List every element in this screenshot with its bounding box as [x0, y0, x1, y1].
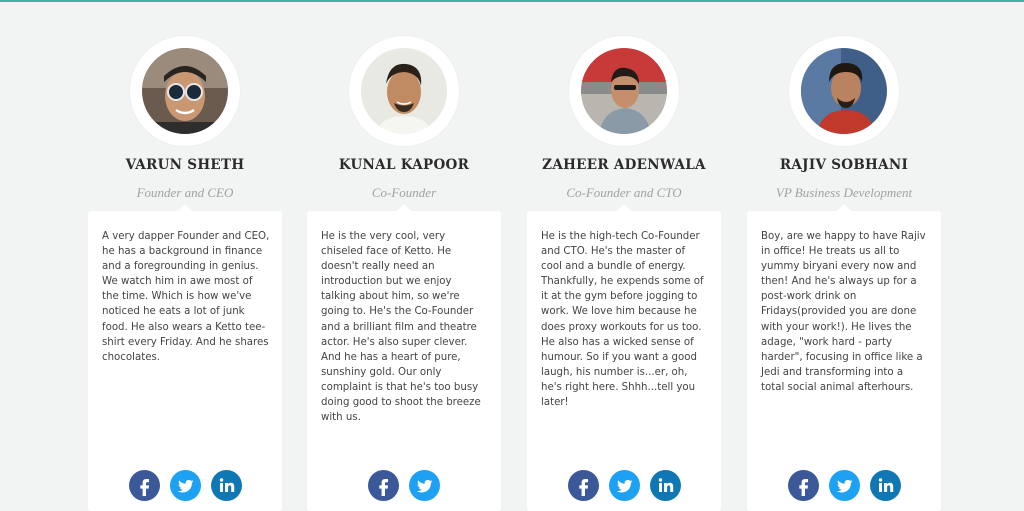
- member-bio: A very dapper Founder and CEO, he has a …: [102, 231, 270, 363]
- bio-card: A very dapper Founder and CEO, he has a …: [88, 204, 282, 511]
- avatar-frame: [789, 36, 899, 146]
- bio-card: He is the high-tech Co-Founder and CTO. …: [527, 204, 721, 511]
- twitter-icon[interactable]: [828, 470, 860, 501]
- member-bio: Boy, are we happy to have Rajiv in offic…: [761, 231, 926, 393]
- member-name: KUNAL KAPOOR: [338, 157, 470, 173]
- social-links: [88, 470, 282, 501]
- avatar-frame: [349, 36, 459, 146]
- twitter-icon[interactable]: [409, 470, 440, 501]
- member-name: RAJIV SOBHANI: [779, 157, 909, 173]
- avatar: [581, 48, 667, 134]
- member-role: Co-Founder and CTO: [566, 185, 682, 200]
- avatar: [361, 48, 447, 134]
- bio-card: He is the very cool, very chiseled face …: [307, 204, 501, 511]
- facebook-icon[interactable]: [128, 470, 160, 501]
- team-member-card: ZAHEER ADENWALA Co-Founder and CTO He is…: [527, 0, 721, 511]
- twitter-icon[interactable]: [169, 470, 201, 501]
- twitter-icon[interactable]: [608, 470, 640, 501]
- member-role: Founder and CEO: [136, 185, 234, 200]
- linkedin-icon[interactable]: [649, 470, 681, 501]
- team-member-card: KUNAL KAPOOR Co-Founder He is the very c…: [307, 0, 501, 511]
- facebook-icon[interactable]: [567, 470, 599, 501]
- member-name: ZAHEER ADENWALA: [542, 157, 706, 173]
- avatar-frame: [569, 36, 679, 146]
- social-links: [307, 470, 501, 501]
- avatar: [142, 48, 228, 134]
- team-member-card: RAJIV SOBHANI VP Business Development Bo…: [747, 0, 941, 511]
- member-bio: He is the very cool, very chiseled face …: [321, 231, 481, 424]
- linkedin-icon[interactable]: [869, 470, 901, 501]
- member-name: VARUN SHETH: [125, 157, 245, 173]
- facebook-icon[interactable]: [368, 470, 399, 501]
- bio-card: Boy, are we happy to have Rajiv in offic…: [747, 204, 941, 511]
- linkedin-icon[interactable]: [210, 470, 242, 501]
- facebook-icon[interactable]: [787, 470, 819, 501]
- member-role: VP Business Development: [775, 185, 913, 200]
- avatar-frame: [130, 36, 240, 146]
- avatar: [801, 48, 887, 134]
- team-section: VARUN SHETH Founder and CEO A very dappe…: [0, 0, 1024, 511]
- team-member-card: VARUN SHETH Founder and CEO A very dappe…: [88, 0, 282, 511]
- member-bio: He is the high-tech Co-Founder and CTO. …: [541, 231, 704, 409]
- social-links: [527, 470, 721, 501]
- member-role: Co-Founder: [371, 185, 437, 200]
- social-links: [747, 470, 941, 501]
